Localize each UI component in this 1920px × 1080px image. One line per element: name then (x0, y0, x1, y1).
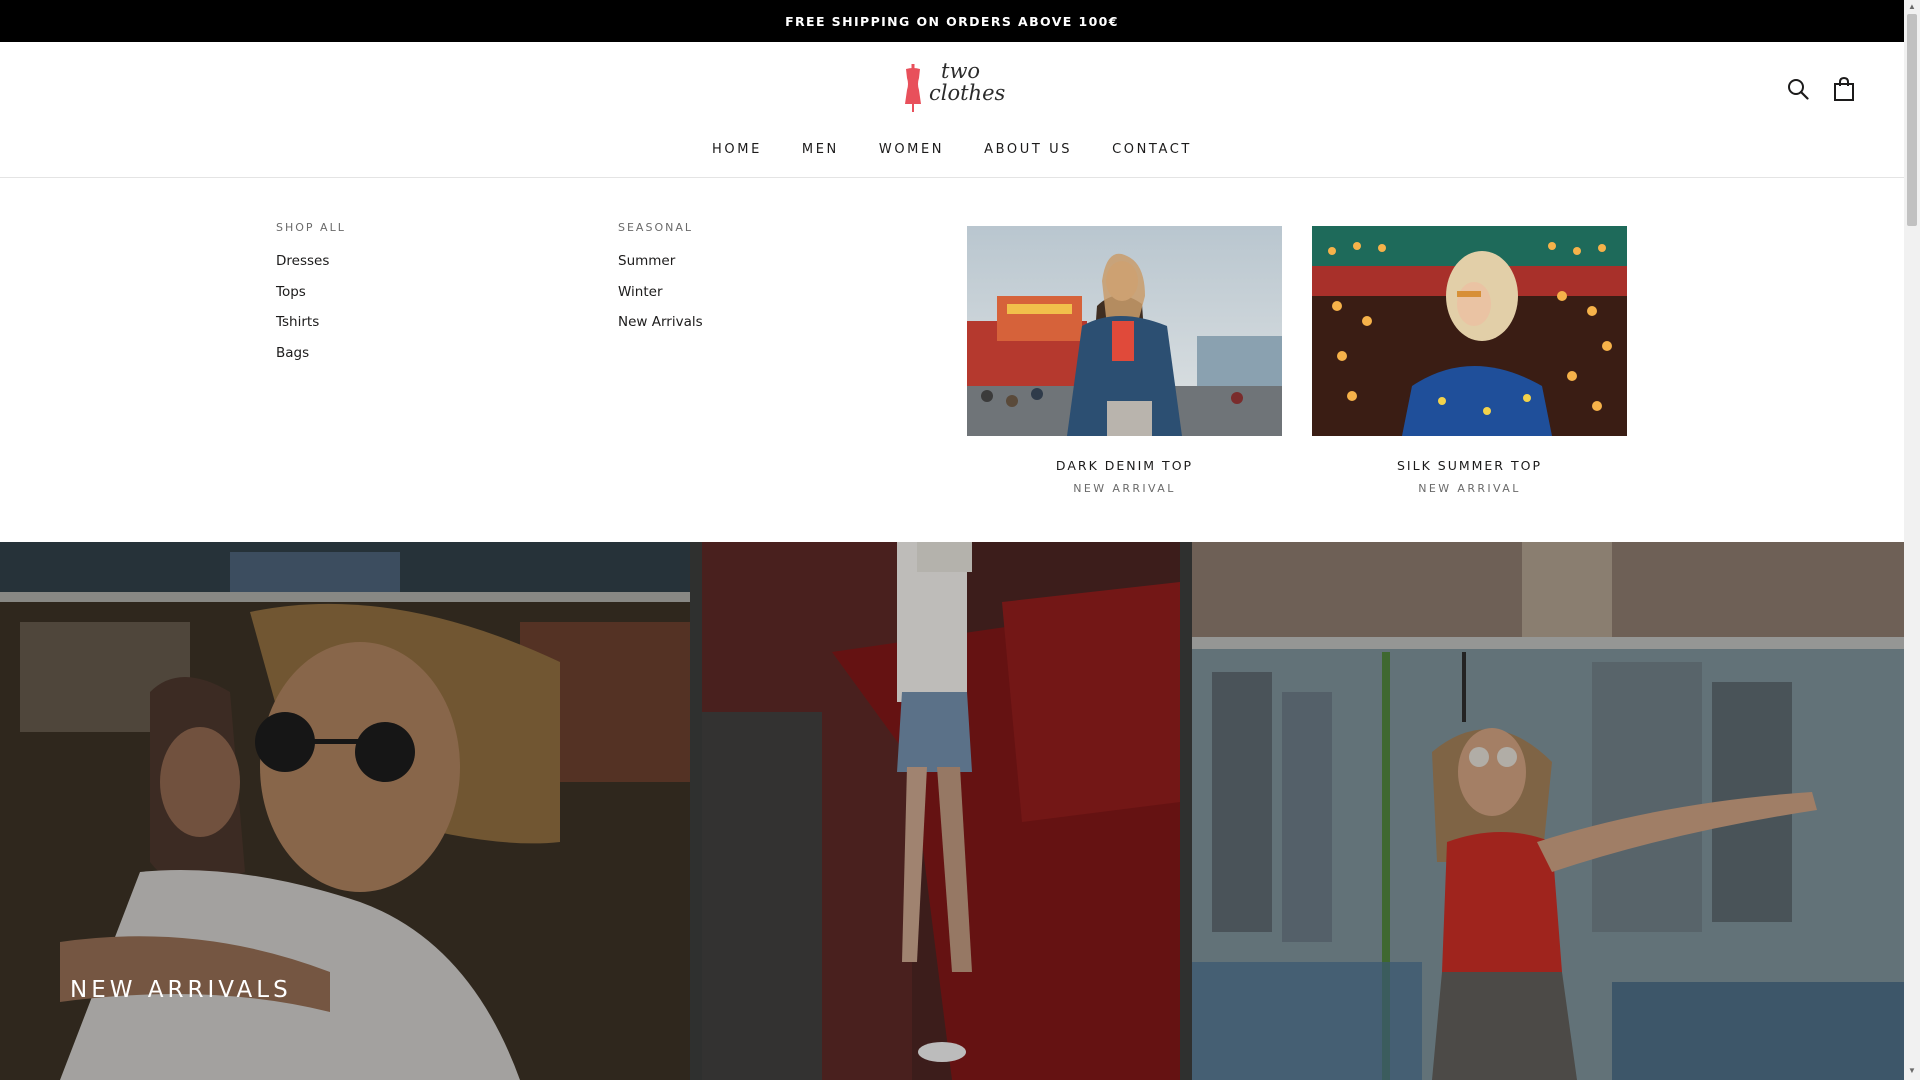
menu-link-dresses[interactable]: Dresses (276, 253, 346, 269)
promo-title[interactable]: SILK SUMMER TOP (1312, 458, 1627, 473)
seasonal-heading[interactable]: SEASONAL (618, 221, 703, 234)
brand-line-1: two (941, 59, 981, 83)
shop-all-heading[interactable]: SHOP ALL (276, 221, 346, 234)
brand-line-2: clothes (929, 81, 1006, 105)
brand-wordmark: two clothes (929, 60, 1005, 104)
promo-title[interactable]: DARK DENIM TOP (967, 458, 1282, 473)
cart-button[interactable] (1829, 74, 1859, 104)
hero-caption-new-arrivals[interactable]: NEW ARRIVALS (70, 977, 292, 1003)
announcement-bar: FREE SHIPPING ON ORDERS ABOVE 100€ (0, 0, 1904, 42)
site-header: two clothes HOME MEN WOMEN ABOUT US CONT… (0, 42, 1904, 186)
nav-item-contact[interactable]: CONTACT (1112, 138, 1192, 185)
menu-link-new-arrivals[interactable]: New Arrivals (618, 314, 703, 330)
promo-subtitle: NEW ARRIVAL (1073, 482, 1176, 495)
hero-photo-swing-ride (1192, 542, 1904, 1080)
search-icon (1788, 79, 1809, 100)
seasonal-column: SEASONAL Summer Winter New Arrivals (618, 221, 703, 345)
scrollbar-thumb[interactable] (1907, 14, 1917, 226)
scroll-down-arrow-icon[interactable]: ▼ (1908, 1067, 1916, 1075)
product-photo (1312, 226, 1627, 436)
nav-item-home[interactable]: HOME (712, 138, 762, 186)
product-photo (967, 226, 1282, 436)
promo-card-silk-summer-top[interactable]: SILK SUMMER TOP NEW ARRIVAL (1312, 226, 1627, 495)
hero-photo-red-wall (702, 542, 1180, 1080)
promo-image-dark-denim-top[interactable] (967, 226, 1282, 436)
menu-link-summer[interactable]: Summer (618, 253, 703, 269)
search-button[interactable] (1783, 74, 1813, 104)
nav-item-women[interactable]: WOMEN (878, 138, 944, 186)
shopping-bag-icon (1834, 77, 1854, 101)
nav-item-men[interactable]: MEN (802, 138, 839, 185)
hero-tile-swing-ride[interactable] (1192, 542, 1904, 1080)
menu-link-bags[interactable]: Bags (276, 345, 346, 361)
main-navigation: HOME MEN WOMEN ABOUT US CONTACT (0, 138, 1904, 186)
brand-logo[interactable]: two clothes (901, 60, 1011, 118)
women-mega-menu: SHOP ALL Dresses Tops Tshirts Bags SEASO… (0, 179, 1904, 542)
menu-link-tshirts[interactable]: Tshirts (276, 314, 346, 330)
menu-link-winter[interactable]: Winter (618, 284, 703, 300)
hero-collage: NEW ARRIVALS (0, 542, 1904, 1080)
promo-image-silk-summer-top[interactable] (1312, 226, 1627, 436)
hero-tile-red-wall[interactable] (702, 542, 1180, 1080)
shop-all-column: SHOP ALL Dresses Tops Tshirts Bags (276, 221, 346, 375)
menu-link-tops[interactable]: Tops (276, 284, 346, 300)
nav-item-about-us[interactable]: ABOUT US (984, 138, 1072, 185)
promo-subtitle: NEW ARRIVAL (1418, 482, 1521, 495)
promo-card-dark-denim-top[interactable]: DARK DENIM TOP NEW ARRIVAL (967, 226, 1282, 495)
dress-form-icon (905, 64, 921, 112)
page-scrollbar[interactable]: ▲ ▼ (1904, 0, 1920, 1080)
announcement-text: FREE SHIPPING ON ORDERS ABOVE 100€ (785, 13, 1119, 29)
scroll-up-arrow-icon[interactable]: ▲ (1908, 3, 1916, 11)
